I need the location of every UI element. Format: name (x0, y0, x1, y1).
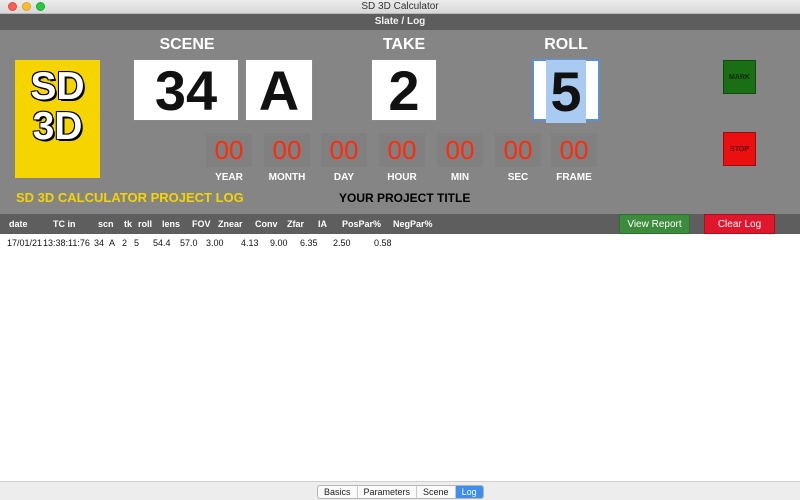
timecode-min: 00 (437, 133, 483, 167)
timecode-sec-label: SEC (507, 172, 529, 183)
roll-value: 5 (546, 60, 586, 123)
view-header: Slate / Log (0, 14, 800, 30)
log-cell-lens: 54.4 (153, 238, 171, 248)
app-logo: SD 3D (15, 60, 100, 178)
timecode-day-label: DAY (333, 172, 355, 183)
log-header-roll: roll (138, 219, 153, 229)
roll-field[interactable]: 5 (532, 59, 600, 123)
take-heading: TAKE (382, 36, 426, 53)
tab-parameters[interactable]: Parameters (358, 486, 418, 498)
timecode-year-label: YEAR (215, 172, 243, 183)
log-cell-tk: 2 (122, 238, 128, 248)
log-header-znear: Znear (218, 219, 243, 229)
logo-line-2: 3D (32, 105, 83, 148)
log-header-fov: FOV (192, 219, 211, 229)
tab-scene[interactable]: Scene (417, 486, 456, 498)
logo-line-1: SD (30, 65, 85, 108)
slate-panel: SD 3D SCENE TAKE ROLL 34 A 2 5 MARK STOP… (0, 30, 800, 214)
scene-number-field[interactable]: 34 (133, 59, 239, 122)
log-cell-scn-letter: A (109, 238, 116, 248)
timecode-hour: 00 (379, 133, 425, 167)
tab-bar: Basics Parameters Scene Log (0, 481, 800, 500)
log-header-tc-in: TC in (53, 219, 76, 229)
project-log-label: SD 3D CALCULATOR PROJECT LOG (16, 190, 244, 205)
log-header-lens: lens (162, 219, 181, 229)
timecode-frame: 00 (551, 133, 597, 167)
log-header-negpar: NegPar% (393, 219, 433, 229)
log-header-ia: IA (318, 219, 327, 229)
log-row[interactable]: 17/01/21 13:38:11:76 34 A 2 5 54.4 57.0 … (0, 238, 800, 250)
project-title[interactable]: YOUR PROJECT TITLE (339, 191, 470, 205)
log-header-date: date (9, 219, 28, 229)
log-header-tk: tk (124, 219, 133, 229)
log-cell-zfar: 9.00 (270, 238, 288, 248)
log-header-scn: scn (98, 219, 114, 229)
log-cell-negpar: 0.58 (374, 238, 392, 248)
timecode-sec: 00 (495, 133, 541, 167)
log-cell-scn: 34 (94, 238, 105, 248)
timecode-month: 00 (264, 133, 310, 167)
scene-heading: SCENE (159, 36, 215, 53)
view-report-button[interactable]: View Report (619, 214, 690, 234)
view-title: Slate / Log (374, 16, 426, 27)
log-cell-conv: 4.13 (241, 238, 259, 248)
timecode-month-label: MONTH (268, 172, 306, 183)
window-title: SD 3D Calculator (361, 1, 439, 12)
timecode-hour-label: HOUR (387, 172, 417, 183)
timecode-day: 00 (321, 133, 367, 167)
log-cell-pospar: 2.50 (333, 238, 351, 248)
clear-log-button[interactable]: Clear Log (704, 214, 775, 234)
log-cell-date: 17/01/21 (7, 238, 43, 248)
stop-button[interactable]: STOP (723, 132, 756, 166)
scene-letter-field[interactable]: A (245, 59, 313, 122)
log-cell-znear: 3.00 (206, 238, 224, 248)
mark-button[interactable]: MARK (723, 60, 756, 94)
log-cell-tc-in: 13:38:11:76 (43, 238, 90, 248)
tab-log[interactable]: Log (455, 486, 483, 498)
log-header-pospar: PosPar% (342, 219, 382, 229)
log-cell-fov: 57.0 (180, 238, 198, 248)
window-titlebar: SD 3D Calculator (0, 0, 800, 14)
log-header-conv: Conv (255, 219, 278, 229)
log-header-zfar: Zfar (287, 219, 305, 229)
take-field[interactable]: 2 (371, 59, 437, 122)
timecode-year: 00 (206, 133, 252, 167)
timecode-min-label: MIN (450, 172, 470, 183)
log-cell-ia: 6.35 (300, 238, 318, 248)
tab-basics[interactable]: Basics (318, 486, 358, 498)
roll-heading: ROLL (544, 36, 588, 53)
segmented-tabs: Basics Parameters Scene Log (317, 485, 484, 499)
log-cell-roll: 5 (134, 238, 140, 248)
timecode-frame-label: FRAME (556, 172, 592, 183)
